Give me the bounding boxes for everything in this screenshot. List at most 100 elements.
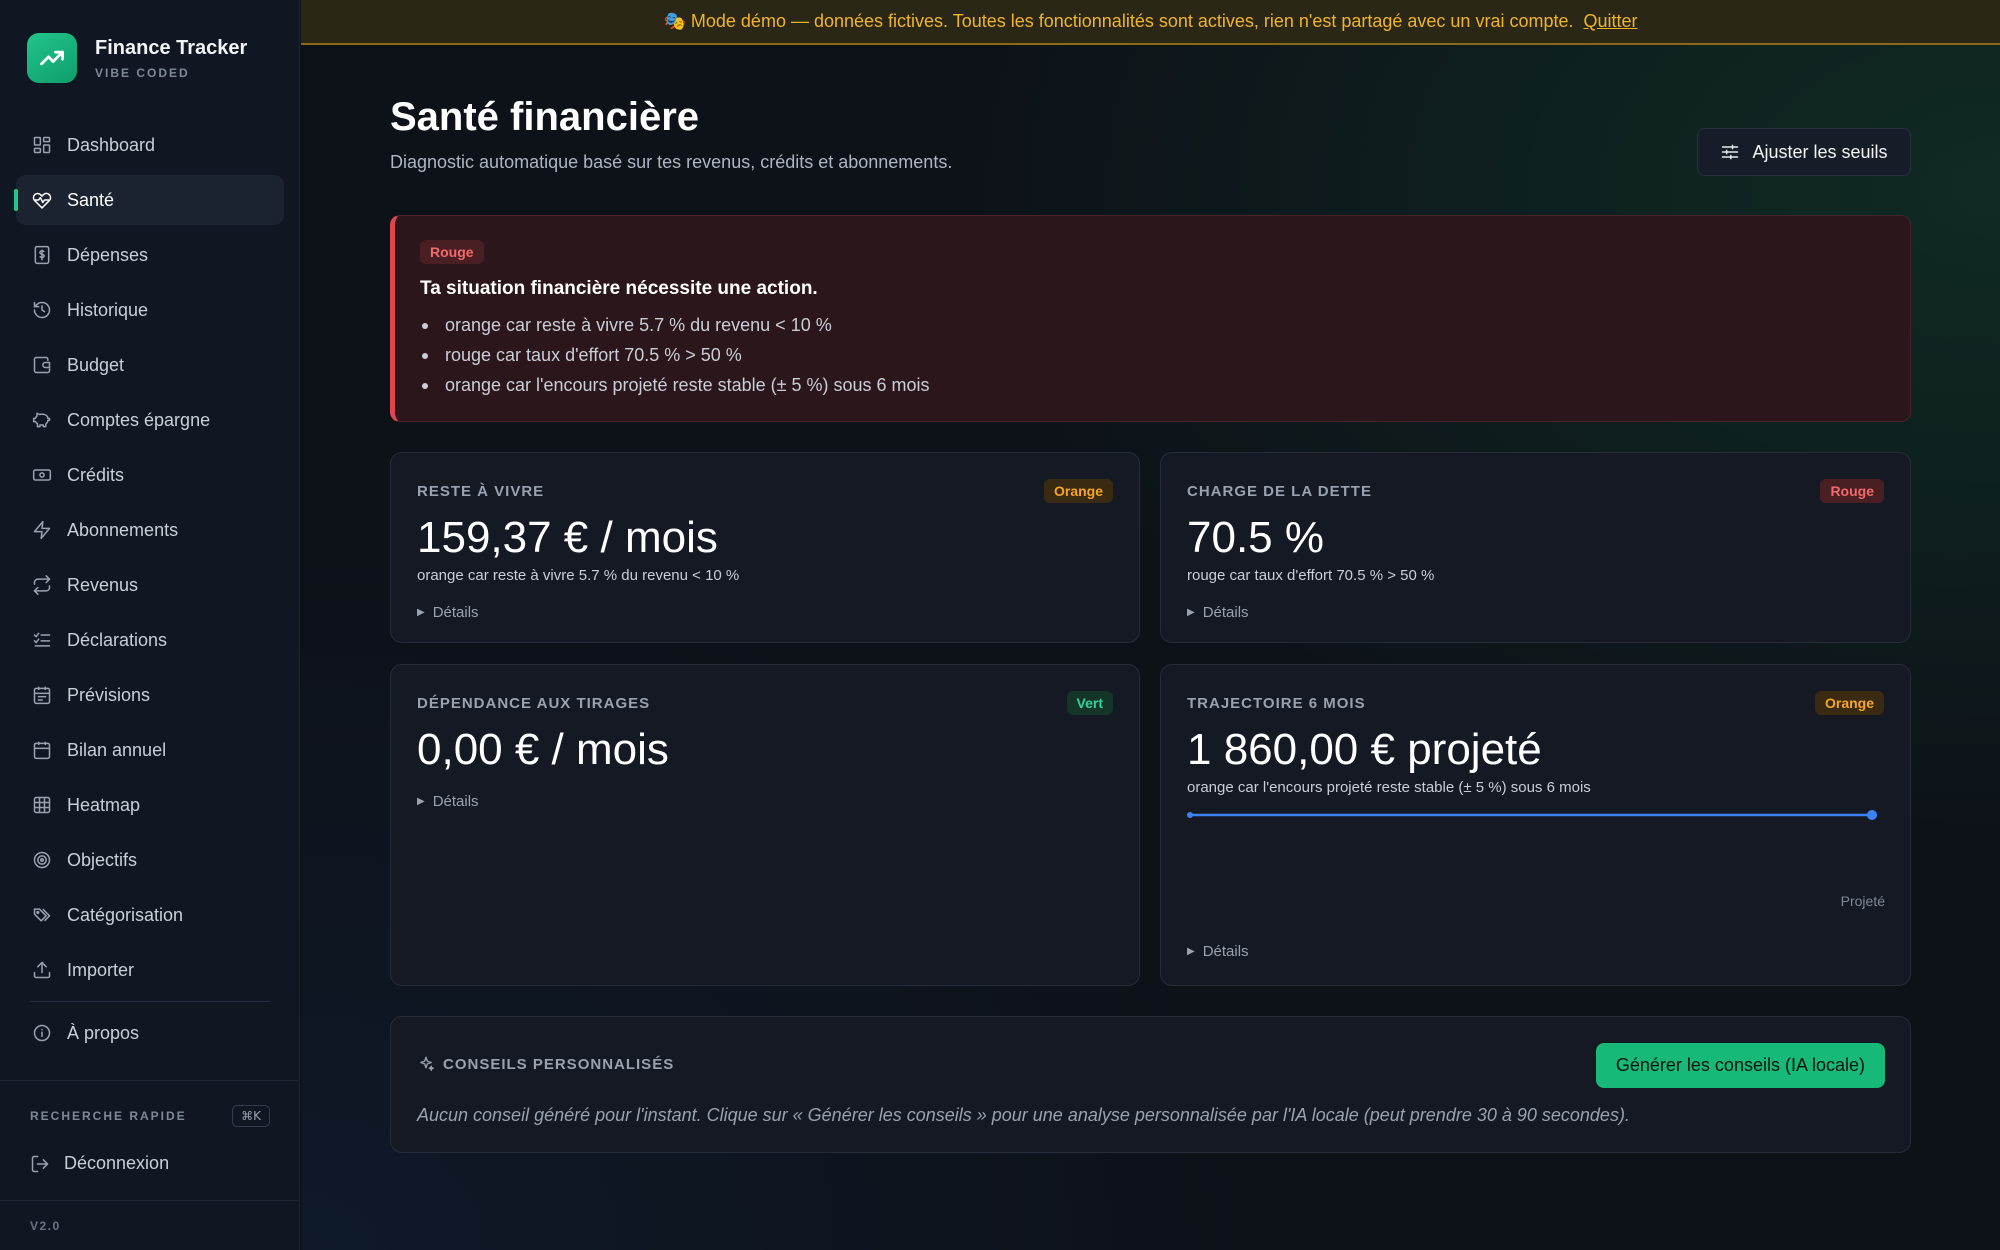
- caret-right-icon: ▶: [417, 607, 425, 618]
- sidebar-item-revenus[interactable]: Revenus: [16, 560, 284, 610]
- status-badge: Rouge: [1820, 479, 1884, 503]
- brand-tagline: VIBE CODED: [95, 65, 190, 80]
- calendar-icon: [31, 739, 53, 761]
- app-version: V2.0: [0, 1200, 300, 1250]
- sidebar-item-label: Importer: [67, 959, 135, 980]
- advice-panel: CONSEILS PERSONNALISÉS Générer les conse…: [390, 1016, 1911, 1153]
- details-label: Détails: [1202, 943, 1249, 960]
- sidebar-item-label: Déclarations: [67, 629, 168, 650]
- status-badge: Orange: [1814, 691, 1884, 715]
- sidebar-item-depenses[interactable]: Dépenses: [16, 230, 284, 280]
- details-label: Détails: [432, 793, 479, 810]
- sidebar-item-label: Objectifs: [67, 849, 138, 870]
- sidebar-item-sante[interactable]: Santé: [14, 175, 284, 225]
- quick-search[interactable]: RECHERCHE RAPIDE ⌘K: [0, 1081, 300, 1127]
- calendar-forecast-icon: [31, 684, 53, 706]
- sidebar-item-historique[interactable]: Historique: [16, 285, 284, 335]
- info-icon: [31, 1022, 53, 1044]
- projected-legend: Projeté: [1840, 893, 1885, 909]
- list-item: orange car reste à vivre 5.7 % du revenu…: [420, 310, 1910, 340]
- caret-right-icon: ▶: [417, 796, 425, 807]
- card-value: 159,37 € / mois: [417, 513, 718, 562]
- quit-demo-link[interactable]: Quitter: [1583, 11, 1637, 32]
- logout-button[interactable]: Déconnexion: [0, 1127, 300, 1174]
- sidebar-nav: Dashboard Santé Dépenses Historique Budg…: [14, 120, 284, 1063]
- card-label: CHARGE DE LA DETTE: [1187, 482, 1372, 500]
- sidebar-item-categorisation[interactable]: Catégorisation: [16, 890, 284, 940]
- sidebar-item-label: Catégorisation: [67, 904, 184, 925]
- trajectory-start-point: [1187, 812, 1193, 818]
- sidebar-item-heatmap[interactable]: Heatmap: [16, 780, 284, 830]
- card-label: TRAJECTOIRE 6 MOIS: [1187, 694, 1366, 712]
- sidebar-item-declarations[interactable]: Déclarations: [16, 615, 284, 665]
- main-content: 🎭 Mode démo — données fictives. Toutes l…: [301, 0, 2000, 1250]
- sidebar-item-label: À propos: [67, 1022, 140, 1043]
- card-dependance-tirages: DÉPENDANCE AUX TIRAGES Vert 0,00 € / moi…: [390, 664, 1140, 986]
- sidebar-item-importer[interactable]: Importer: [16, 945, 284, 995]
- page-subtitle: Diagnostic automatique basé sur tes reve…: [390, 152, 953, 172]
- sidebar-item-budget[interactable]: Budget: [16, 340, 284, 390]
- logout-label: Déconnexion: [64, 1153, 170, 1173]
- sidebar-item-comptes-epargne[interactable]: Comptes épargne: [16, 395, 284, 445]
- trend-up-icon: [27, 33, 77, 83]
- history-icon: [31, 299, 53, 321]
- caret-right-icon: ▶: [1187, 946, 1195, 957]
- sidebar-divider: [30, 1001, 270, 1002]
- sidebar-item-abonnements[interactable]: Abonnements: [16, 505, 284, 555]
- sidebar-item-objectifs[interactable]: Objectifs: [16, 835, 284, 885]
- health-alert: Rouge Ta situation financière nécessite …: [390, 215, 1911, 422]
- details-toggle[interactable]: ▶ Détails: [1187, 943, 1249, 960]
- generate-advice-button[interactable]: Générer les conseils (IA locale): [1595, 1043, 1885, 1088]
- target-icon: [31, 849, 53, 871]
- quick-search-label: RECHERCHE RAPIDE: [30, 1109, 187, 1123]
- card-note: orange car l'encours projeté reste stabl…: [1187, 779, 1591, 796]
- details-toggle[interactable]: ▶ Détails: [417, 793, 1113, 810]
- card-value: 1 860,00 € projeté: [1187, 725, 1542, 774]
- upload-icon: [31, 959, 53, 981]
- sidebar-item-dashboard[interactable]: Dashboard: [16, 120, 284, 170]
- dashboard-icon: [31, 134, 53, 156]
- sidebar-item-label: Prévisions: [67, 684, 151, 705]
- sidebar-item-label: Dashboard: [67, 134, 156, 155]
- sidebar-footer: RECHERCHE RAPIDE ⌘K Déconnexion: [0, 1080, 300, 1174]
- trajectory-sparkline: [1187, 810, 1877, 820]
- sidebar-item-previsions[interactable]: Prévisions: [16, 670, 284, 720]
- list-item: orange car l'encours projeté reste stabl…: [420, 370, 1910, 400]
- sparkles-icon: [417, 1055, 435, 1073]
- grid-icon: [31, 794, 53, 816]
- sidebar-item-credits[interactable]: Crédits: [16, 450, 284, 500]
- card-note: orange car reste à vivre 5.7 % du revenu…: [417, 567, 740, 584]
- card-value: 70.5 %: [1187, 513, 1324, 562]
- details-toggle[interactable]: ▶ Détails: [1187, 604, 1884, 621]
- sidebar-item-label: Crédits: [67, 464, 125, 485]
- brand-name: Finance Tracker: [95, 36, 248, 59]
- sidebar-item-bilan-annuel[interactable]: Bilan annuel: [16, 725, 284, 775]
- card-label: RESTE À VIVRE: [417, 482, 545, 500]
- details-toggle[interactable]: ▶ Détails: [417, 604, 1113, 621]
- sliders-icon: [1720, 142, 1740, 162]
- card-value: 0,00 € / mois: [417, 725, 669, 774]
- lightning-icon: [31, 519, 53, 541]
- card-charge-dette: CHARGE DE LA DETTE Rouge 70.5 % rouge ca…: [1160, 452, 1911, 643]
- card-trajectoire: TRAJECTOIRE 6 MOIS Orange 1 860,00 € pro…: [1160, 664, 1911, 986]
- checklist-icon: [31, 629, 53, 651]
- alert-reasons: orange car reste à vivre 5.7 % du revenu…: [420, 310, 1910, 400]
- banknote-icon: [31, 464, 53, 486]
- sidebar-item-label: Abonnements: [67, 519, 179, 540]
- receipt-dollar-icon: [31, 244, 53, 266]
- wallet-icon: [31, 354, 53, 376]
- status-badge: Rouge: [420, 240, 484, 264]
- sidebar-item-label: Budget: [67, 354, 125, 375]
- sidebar-item-label: Historique: [67, 299, 149, 320]
- card-label: DÉPENDANCE AUX TIRAGES: [417, 694, 651, 712]
- adjust-thresholds-button[interactable]: Ajuster les seuils: [1697, 128, 1911, 176]
- demo-banner: 🎭 Mode démo — données fictives. Toutes l…: [301, 0, 2000, 45]
- demo-banner-text: 🎭 Mode démo — données fictives. Toutes l…: [663, 11, 1574, 31]
- sidebar-item-label: Bilan annuel: [67, 739, 167, 760]
- status-badge: Vert: [1066, 691, 1113, 715]
- sidebar-item-a-propos[interactable]: À propos: [16, 1008, 284, 1058]
- list-item: rouge car taux d'effort 70.5 % > 50 %: [420, 340, 1910, 370]
- brand[interactable]: Finance Tracker VIBE CODED: [27, 33, 247, 83]
- piggy-bank-icon: [31, 409, 53, 431]
- alert-title: Ta situation financière nécessite une ac…: [420, 278, 818, 299]
